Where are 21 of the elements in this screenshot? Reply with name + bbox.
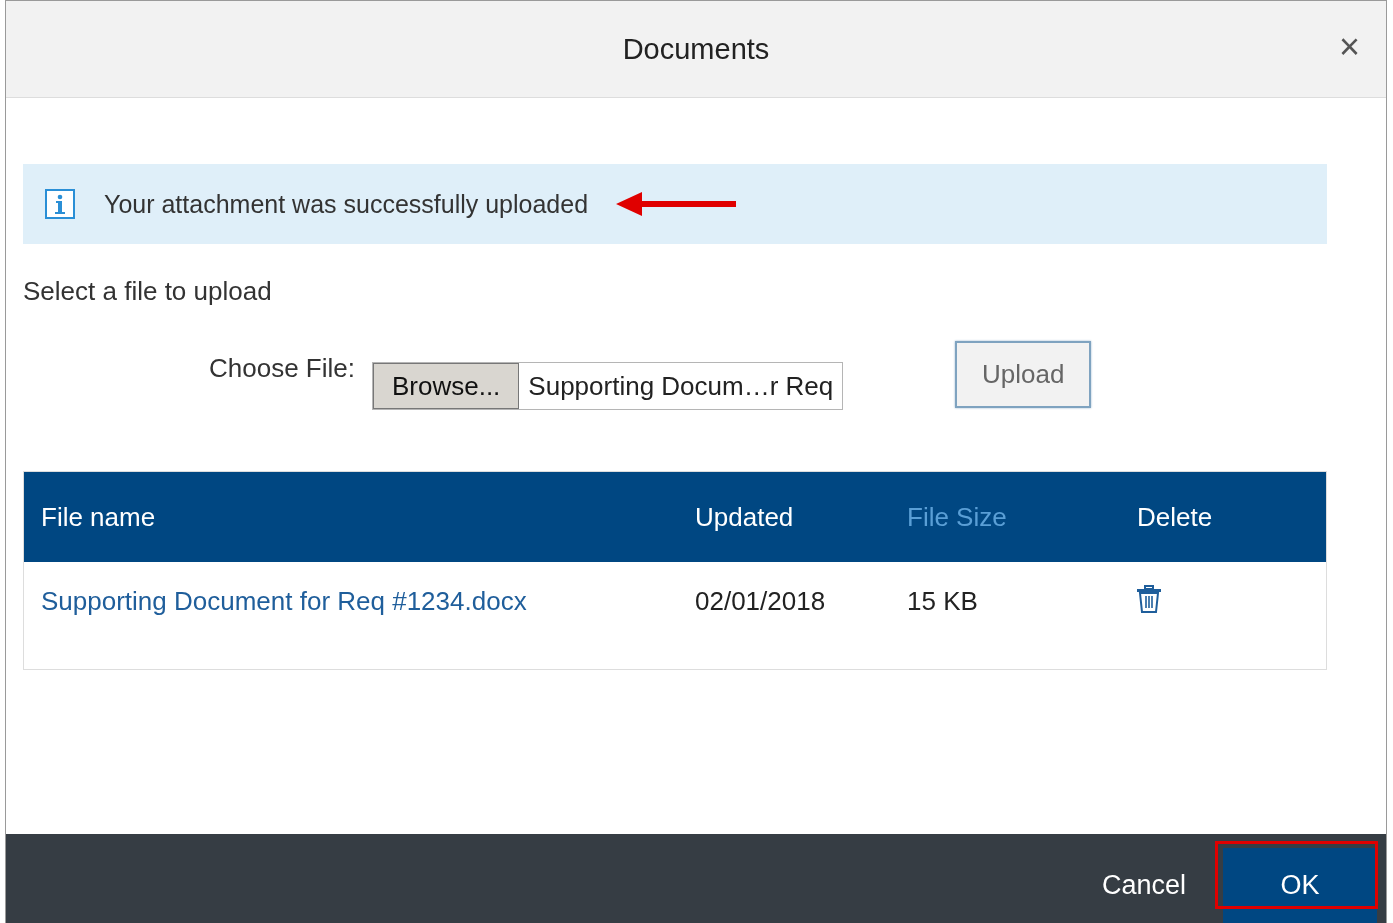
trash-icon (1136, 585, 1162, 613)
cancel-button[interactable]: Cancel (1064, 848, 1223, 923)
file-link[interactable]: Supporting Document for Req #1234.docx (24, 585, 527, 616)
section-heading: Select a file to upload (23, 276, 273, 307)
field-label: Choose File: (209, 353, 355, 384)
file-input[interactable]: Browse... Supporting Docum…r Req (371, 362, 844, 410)
column-header: File name (40, 501, 157, 533)
column-header: Updated (694, 501, 795, 533)
browse-button[interactable]: Browse... (372, 363, 520, 409)
column-header: File Size (906, 501, 1008, 533)
close-button[interactable]: × (1338, 29, 1360, 65)
dialog-title: Documents (622, 32, 770, 66)
file-name-value: Supporting Docum…r Req (527, 369, 835, 403)
upload-button[interactable]: Upload (955, 341, 1092, 408)
info-icon (44, 188, 76, 220)
success-message: Your attachment was successfully uploaded (104, 189, 589, 219)
table-cell-text: 02/01/2018 (694, 585, 827, 617)
delete-button[interactable] (1134, 585, 1164, 615)
column-header: Delete (1136, 501, 1214, 533)
table-cell-text: 15 KB (906, 585, 979, 617)
ok-button[interactable]: OK (1223, 848, 1377, 923)
